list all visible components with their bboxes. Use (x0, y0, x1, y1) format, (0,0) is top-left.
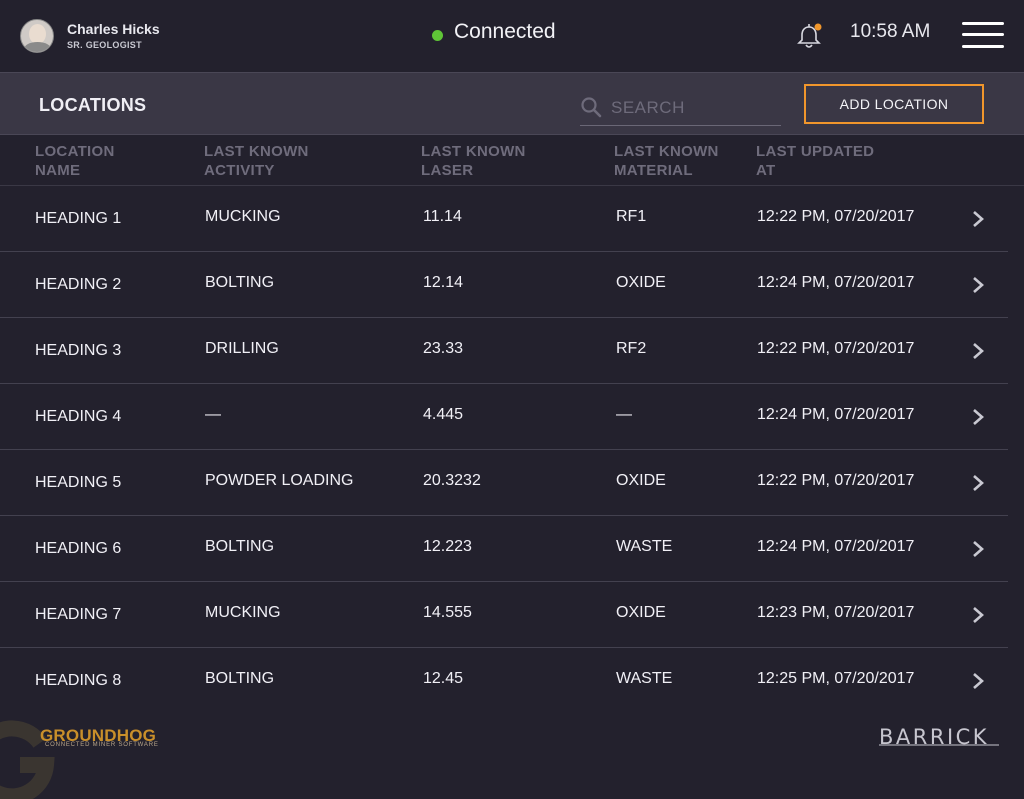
cell-material: OXIDE (616, 604, 666, 621)
cell-material: RF1 (616, 208, 647, 225)
bell-icon-svg (797, 23, 822, 48)
search-icon (581, 97, 602, 118)
cell-laser: 12.45 (423, 670, 464, 687)
cell-laser: 12.14 (423, 274, 464, 291)
table-row[interactable]: HEADING 1 MUCKING 11.14 RF1 12:22 PM, 07… (0, 186, 1008, 252)
cell-material: OXIDE (616, 274, 666, 291)
cell-updated-at: 12:24 PM, 07/20/2017 (757, 406, 915, 423)
user-avatar[interactable] (20, 19, 54, 53)
cell-activity: — (205, 406, 221, 423)
table-row[interactable]: HEADING 8 BOLTING 12.45 WASTE 12:25 PM, … (0, 648, 1008, 708)
connection-status-text: Connected (454, 20, 556, 43)
column-header-line: LAST UPDATED (756, 143, 875, 160)
user-title: SR. GEOLOGIST (67, 40, 142, 50)
table-column-headers: LOCATION NAME LAST KNOWN ACTIVITY LAST K… (0, 135, 1024, 186)
table-row[interactable]: HEADING 2 BOLTING 12.14 OXIDE 12:24 PM, … (0, 252, 1008, 318)
column-header-location-name[interactable]: LOCATION NAME (35, 142, 205, 180)
cell-laser: 14.555 (423, 604, 472, 621)
cell-activity: BOLTING (205, 538, 275, 555)
cell-laser: 23.33 (423, 340, 464, 357)
menu-bar-3 (962, 45, 1004, 48)
cell-material: OXIDE (616, 472, 666, 489)
column-header-line: AT (756, 162, 776, 179)
footer: GROUNDHOG CONNECTED MINER SOFTWARE BARRI… (0, 708, 1024, 799)
clock: 10:58 AM (850, 21, 931, 42)
add-location-button[interactable]: ADD LOCATION (804, 84, 984, 124)
cell-activity: POWDER LOADING (205, 472, 354, 489)
cell-activity: DRILLING (205, 340, 279, 357)
table-row[interactable]: HEADING 4 — 4.445 — 12:24 PM, 07/20/2017 (0, 384, 1008, 450)
cell-material: RF2 (616, 340, 647, 357)
cell-location-name: HEADING 2 (35, 276, 122, 293)
column-header-last-updated-at[interactable]: LAST UPDATED AT (756, 142, 926, 180)
avatar-head (29, 24, 46, 44)
chevron-right-icon[interactable] (970, 342, 986, 360)
groundhog-tagline: CONNECTED MINER SOFTWARE (45, 742, 159, 748)
cell-updated-at: 12:22 PM, 07/20/2017 (757, 472, 915, 489)
cell-material: WASTE (616, 670, 673, 687)
table-row[interactable]: HEADING 3 DRILLING 23.33 RF2 12:22 PM, 0… (0, 318, 1008, 384)
cell-laser: 4.445 (423, 406, 464, 423)
cell-location-name: HEADING 8 (35, 672, 122, 689)
cell-updated-at: 12:24 PM, 07/20/2017 (757, 274, 915, 291)
cell-laser: 12.223 (423, 538, 472, 555)
cell-location-name: HEADING 7 (35, 606, 122, 623)
connection-status-dot (432, 30, 443, 41)
bell-icon[interactable] (796, 22, 822, 50)
cell-updated-at: 12:24 PM, 07/20/2017 (757, 538, 915, 555)
top-bar: Charles Hicks SR. GEOLOGIST Connected 10… (0, 0, 1024, 72)
column-header-line: ACTIVITY (204, 162, 275, 179)
chevron-right-icon[interactable] (970, 474, 986, 492)
menu-bar-2 (962, 33, 1004, 36)
cell-material: — (616, 406, 632, 423)
chevron-right-icon[interactable] (970, 210, 986, 228)
page-header: LOCATIONS ADD LOCATION (0, 72, 1024, 135)
locations-table: HEADING 1 MUCKING 11.14 RF1 12:22 PM, 07… (0, 186, 1008, 708)
cell-updated-at: 12:23 PM, 07/20/2017 (757, 604, 915, 621)
cell-material: WASTE (616, 538, 673, 555)
cell-updated-at: 12:22 PM, 07/20/2017 (757, 208, 915, 225)
notification-badge (814, 23, 822, 31)
cell-activity: MUCKING (205, 604, 281, 621)
cell-laser: 11.14 (423, 208, 462, 225)
column-header-line: LAST KNOWN (204, 143, 309, 160)
cell-location-name: HEADING 4 (35, 408, 122, 425)
column-header-last-known-laser[interactable]: LAST KNOWN LASER (421, 142, 591, 180)
cell-updated-at: 12:22 PM, 07/20/2017 (757, 340, 915, 357)
hamburger-menu-icon[interactable] (962, 20, 1004, 52)
user-name: Charles Hicks (67, 21, 160, 37)
column-header-line: NAME (35, 162, 81, 179)
cell-location-name: HEADING 5 (35, 474, 122, 491)
search-input[interactable] (609, 96, 781, 120)
cell-activity: MUCKING (205, 208, 281, 225)
chevron-right-icon[interactable] (970, 606, 986, 624)
chevron-right-icon[interactable] (970, 540, 986, 558)
chevron-right-icon[interactable] (970, 672, 986, 690)
column-header-line: LAST KNOWN (421, 143, 526, 160)
cell-location-name: HEADING 3 (35, 342, 122, 359)
table-row[interactable]: HEADING 6 BOLTING 12.223 WASTE 12:24 PM,… (0, 516, 1008, 582)
page-title: LOCATIONS (39, 95, 147, 115)
table-row[interactable]: HEADING 5 POWDER LOADING 20.3232 OXIDE 1… (0, 450, 1008, 516)
column-header-last-known-activity[interactable]: LAST KNOWN ACTIVITY (204, 142, 374, 180)
cell-activity: BOLTING (205, 670, 275, 687)
column-header-line: LOCATION (35, 143, 115, 160)
chevron-right-icon[interactable] (970, 276, 986, 294)
cell-laser: 20.3232 (423, 472, 481, 489)
avatar-body (24, 42, 51, 52)
chevron-right-icon[interactable] (970, 408, 986, 426)
column-header-line: LASER (421, 162, 474, 179)
menu-bar-1 (962, 22, 1004, 25)
barrick-underline (879, 744, 999, 746)
search-box[interactable] (580, 92, 781, 126)
table-row[interactable]: HEADING 7 MUCKING 14.555 OXIDE 12:23 PM,… (0, 582, 1008, 648)
cell-location-name: HEADING 6 (35, 540, 122, 557)
cell-updated-at: 12:25 PM, 07/20/2017 (757, 670, 915, 687)
cell-location-name: HEADING 1 (35, 210, 122, 227)
cell-activity: BOLTING (205, 274, 275, 291)
